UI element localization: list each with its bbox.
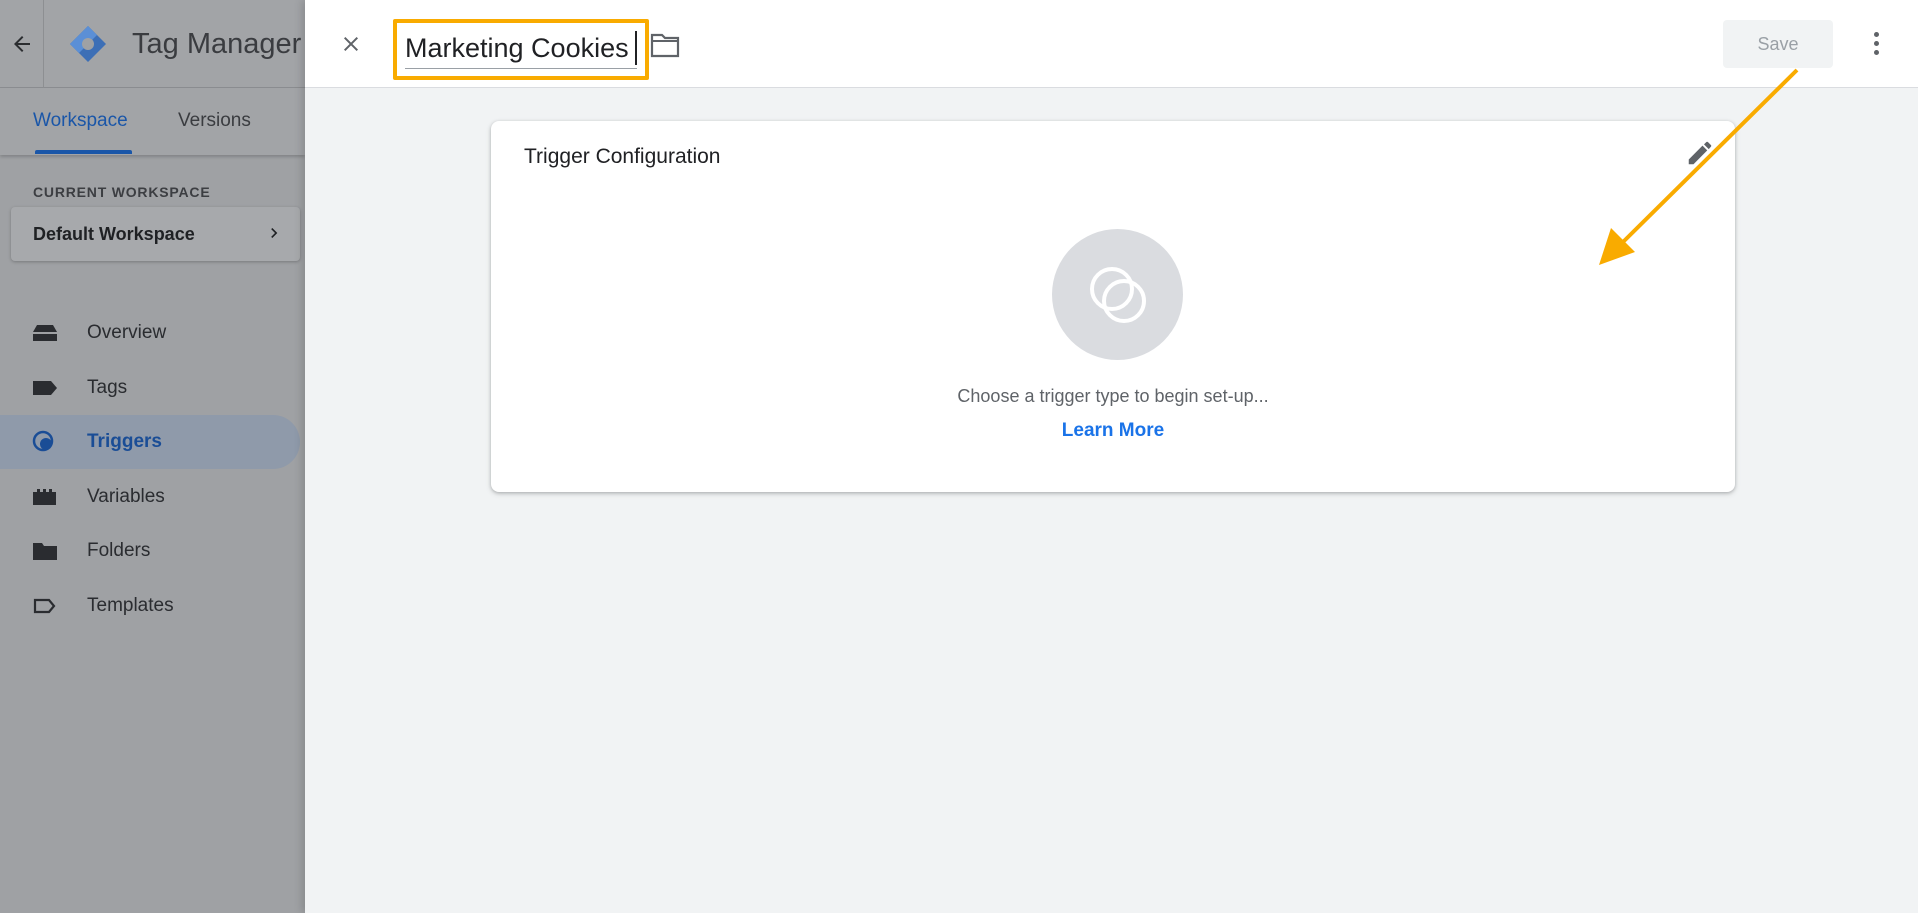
close-icon[interactable] <box>339 32 363 56</box>
pencil-icon[interactable] <box>1685 138 1715 168</box>
sidebar-item-tags[interactable]: Tags <box>0 361 300 415</box>
trigger-hint-text: Choose a trigger type to begin set-up... <box>957 386 1269 406</box>
workspace-name: Default Workspace <box>33 224 195 244</box>
template-icon <box>33 598 56 614</box>
folder-icon[interactable] <box>650 31 680 59</box>
chevron-right-icon <box>271 228 278 238</box>
editor-header: Save <box>305 0 1918 88</box>
header-divider <box>43 0 44 88</box>
variables-icon <box>33 489 56 505</box>
tab-workspace[interactable]: Workspace <box>33 110 128 132</box>
back-arrow-icon[interactable] <box>10 32 34 56</box>
name-field-highlight <box>393 19 649 80</box>
folder-icon <box>33 543 57 560</box>
app-header: Tag Manager <box>0 0 305 88</box>
sidebar-item-label: Variables <box>87 486 165 507</box>
tag-manager-logo-icon <box>70 26 106 62</box>
text-caret <box>635 31 637 65</box>
sidebar-item-triggers[interactable]: Triggers <box>0 415 300 469</box>
trigger-icon <box>32 430 54 452</box>
card-title: Trigger Configuration <box>524 145 721 168</box>
workspace-tabs: Workspace Versions <box>0 88 305 155</box>
sidebar-item-folders[interactable]: Folders <box>0 524 300 578</box>
sidebar-item-label: Tags <box>87 377 128 398</box>
workspace-selector[interactable]: Default Workspace <box>11 207 300 261</box>
save-button[interactable]: Save <box>1723 20 1833 68</box>
trigger-type-icon <box>1090 267 1146 323</box>
overview-icon <box>33 325 57 341</box>
trigger-name-input[interactable] <box>405 29 637 69</box>
more-vert-icon[interactable] <box>1869 30 1883 58</box>
tag-icon <box>33 381 57 395</box>
sidebar-item-label: Overview <box>87 322 167 343</box>
choose-trigger-type-button[interactable] <box>1052 229 1183 360</box>
sidebar-item-templates[interactable]: Templates <box>0 579 300 633</box>
sidebar-item-label: Templates <box>87 595 174 616</box>
tab-versions[interactable]: Versions <box>178 110 251 132</box>
sidebar-item-overview[interactable]: Overview <box>0 306 300 360</box>
sidebar-item-label: Folders <box>87 540 151 561</box>
app-title: Tag Manager <box>132 28 302 60</box>
sidebar-item-label: Triggers <box>87 431 162 452</box>
learn-more-link[interactable]: Learn More <box>491 420 1735 442</box>
active-tab-indicator <box>35 150 132 154</box>
sidebar-item-variables[interactable]: Variables <box>0 470 300 524</box>
current-workspace-label: CURRENT WORKSPACE <box>33 184 211 200</box>
trigger-configuration-card: Trigger Configuration Choose a trigger t… <box>491 121 1735 492</box>
trigger-editor-panel: Save Trigger Configuration Choose a trig… <box>305 0 1918 913</box>
app-shell: Tag Manager Workspace Versions CURRENT W… <box>0 0 305 913</box>
